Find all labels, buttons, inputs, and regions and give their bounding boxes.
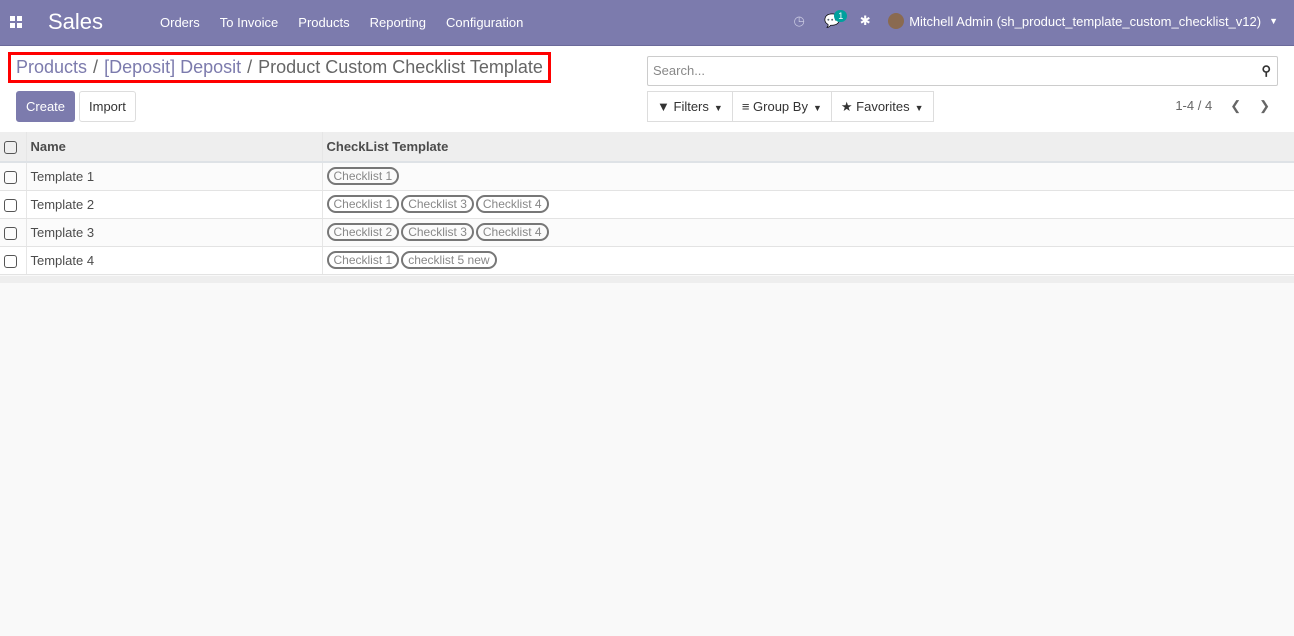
table-footer bbox=[0, 276, 1294, 283]
table-row[interactable]: Template 1 Checklist 1 bbox=[0, 162, 1294, 191]
menu-orders[interactable]: Orders bbox=[150, 15, 210, 30]
cell-name[interactable]: Template 4 bbox=[25, 246, 322, 275]
apps-menu-icon[interactable] bbox=[10, 16, 22, 28]
checklist-tag: checklist 5 new bbox=[401, 251, 497, 269]
import-button[interactable]: Import bbox=[79, 91, 136, 122]
group-by-dropdown[interactable]: ≡ Group By ▼ bbox=[731, 91, 832, 122]
menu-configuration[interactable]: Configuration bbox=[436, 15, 533, 30]
pager-next-icon[interactable]: ❯ bbox=[1259, 98, 1270, 114]
user-menu[interactable]: Mitchell Admin (sh_product_template_cust… bbox=[909, 14, 1261, 29]
filters-label: Filters bbox=[673, 99, 709, 114]
chevron-down-icon: ▼ bbox=[1269, 16, 1278, 26]
checklist-tag: Checklist 2 bbox=[326, 223, 400, 241]
row-checkbox[interactable] bbox=[4, 254, 17, 268]
breadcrumb-separator: / bbox=[93, 57, 99, 77]
messages-badge: 1 bbox=[834, 10, 848, 22]
breadcrumb-products[interactable]: Products bbox=[16, 57, 87, 77]
breadcrumb-separator: / bbox=[247, 57, 253, 77]
debug-bug-icon[interactable]: ✱ bbox=[855, 13, 875, 29]
select-all-checkbox[interactable] bbox=[4, 141, 17, 155]
breadcrumb: Products / [Deposit] Deposit / Product Custo… bbox=[8, 52, 551, 83]
create-button[interactable]: Create bbox=[16, 91, 76, 122]
pager-value[interactable]: 1-4 / 4 bbox=[1175, 98, 1212, 114]
menu-products[interactable]: Products bbox=[288, 15, 359, 30]
filters-dropdown[interactable]: ▼ Filters ▼ bbox=[647, 91, 733, 122]
checklist-tag: Checklist 3 bbox=[401, 195, 474, 213]
checklist-tag: Checklist 3 bbox=[401, 223, 474, 241]
app-name: Sales bbox=[48, 9, 104, 34]
row-checkbox[interactable] bbox=[4, 198, 17, 212]
filter-icon: ▼ bbox=[657, 99, 670, 114]
search-placeholder: Search... bbox=[653, 63, 706, 78]
caret-down-icon: ▼ bbox=[713, 103, 723, 113]
caret-down-icon: ▼ bbox=[914, 103, 924, 113]
caret-down-icon: ▼ bbox=[812, 103, 822, 113]
bars-icon: ≡ bbox=[741, 99, 750, 114]
cell-checklist[interactable]: Checklist 1 Checklist 3 Checklist 4 bbox=[321, 190, 1294, 219]
favorites-label: Favorites bbox=[856, 99, 910, 114]
cell-checklist[interactable]: Checklist 2 Checklist 3 Checklist 4 bbox=[321, 218, 1294, 247]
favorites-dropdown[interactable]: ★ Favorites ▼ bbox=[830, 91, 934, 122]
breadcrumb-deposit[interactable]: [Deposit] Deposit bbox=[104, 57, 241, 77]
table-row[interactable]: Template 2 Checklist 1 Checklist 3 Checklis… bbox=[0, 190, 1294, 219]
column-header-checklist[interactable]: CheckList Template bbox=[321, 132, 1294, 163]
row-checkbox[interactable] bbox=[4, 226, 17, 240]
table-row[interactable]: Template 4 Checklist 1 checklist 5 new bbox=[0, 246, 1294, 275]
group-by-label: Group By bbox=[753, 99, 808, 114]
star-icon: ★ bbox=[840, 99, 853, 114]
cell-name[interactable]: Template 3 bbox=[25, 218, 322, 247]
top-navbar: Sales Orders To Invoice Products Reporti… bbox=[0, 0, 1294, 46]
activity-clock-icon[interactable]: ◷ bbox=[789, 13, 809, 29]
cell-name[interactable]: Template 1 bbox=[25, 162, 322, 191]
column-header-name[interactable]: Name bbox=[25, 132, 322, 163]
table-row[interactable]: Template 3 Checklist 2 Checklist 3 Checklis… bbox=[0, 218, 1294, 247]
checklist-tag: Checklist 1 bbox=[326, 195, 400, 213]
menu-to-invoice[interactable]: To Invoice bbox=[210, 15, 289, 30]
messages-icon[interactable]: 💬 1 bbox=[822, 10, 848, 29]
checklist-tag: Checklist 1 bbox=[326, 167, 400, 186]
search-input[interactable]: Search... ⚲ bbox=[647, 56, 1278, 86]
row-checkbox[interactable] bbox=[4, 170, 17, 184]
cell-checklist[interactable]: Checklist 1 bbox=[321, 162, 1294, 191]
pager-previous-icon[interactable]: ❮ bbox=[1230, 98, 1241, 114]
menu-reporting[interactable]: Reporting bbox=[360, 15, 436, 30]
checklist-tag: Checklist 4 bbox=[475, 223, 549, 241]
cell-name[interactable]: Template 2 bbox=[25, 190, 322, 219]
avatar bbox=[888, 13, 905, 29]
list-table: Name CheckList Template Template 1 Checkl… bbox=[0, 132, 1294, 275]
cell-checklist[interactable]: Checklist 1 checklist 5 new bbox=[321, 246, 1294, 275]
checklist-tag: Checklist 4 bbox=[475, 195, 549, 213]
checklist-tag: Checklist 1 bbox=[326, 251, 400, 269]
search-icon[interactable]: ⚲ bbox=[1261, 57, 1271, 85]
page-title: Product Custom Checklist Template bbox=[258, 57, 543, 77]
